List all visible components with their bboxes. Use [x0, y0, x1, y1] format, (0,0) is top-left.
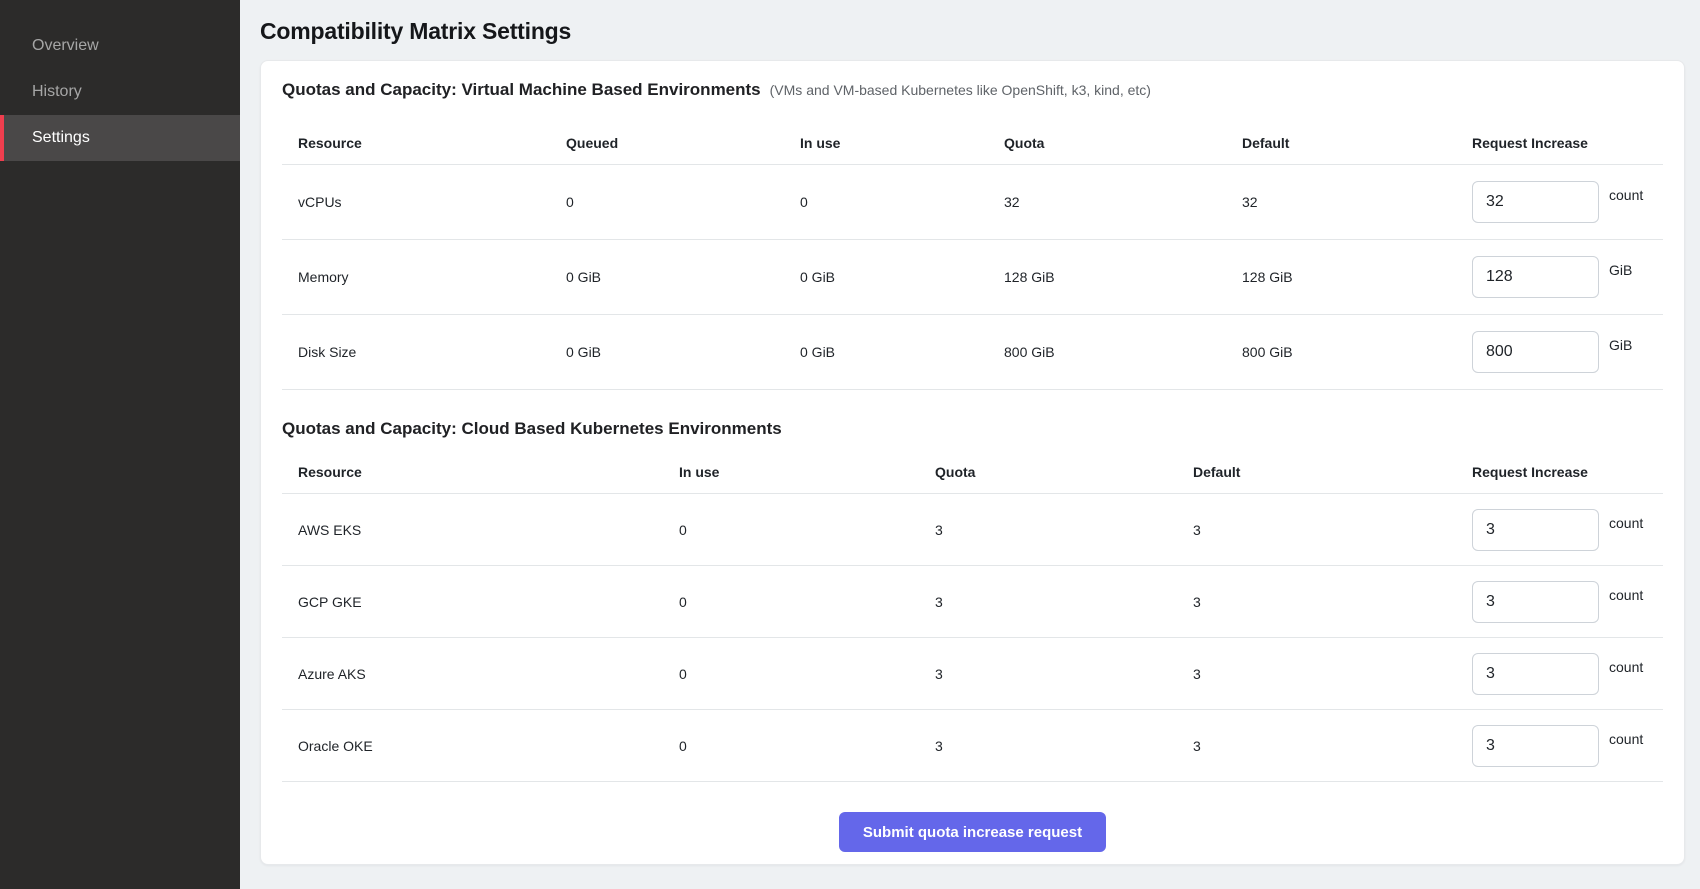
table-row-aws-eks: AWS EKS 0 3 3 count [282, 494, 1663, 566]
unit-label: GiB [1609, 262, 1632, 278]
column-header-in-use: In use [679, 464, 935, 480]
quota-value: 3 [935, 522, 1193, 538]
vm-section-subtitle: (VMs and VM-based Kubernetes like OpenSh… [770, 77, 1151, 103]
column-header-resource: Resource [282, 135, 566, 151]
in-use-value: 0 [679, 666, 935, 682]
default-value: 128 GiB [1242, 269, 1472, 285]
request-increase-cell: GiB [1472, 331, 1663, 373]
vm-section-title: Quotas and Capacity: Virtual Machine Bas… [282, 77, 761, 103]
resource-name: vCPUs [282, 194, 566, 210]
request-increase-cell: count [1472, 581, 1663, 623]
submit-row: Submit quota increase request [282, 782, 1663, 852]
default-value: 3 [1193, 594, 1472, 610]
memory-request-input[interactable] [1472, 256, 1599, 298]
sidebar-item-label: Settings [32, 129, 90, 147]
table-row-vcpus: vCPUs 0 0 32 32 count [282, 165, 1663, 240]
default-value: 32 [1242, 194, 1472, 210]
disk-size-request-input[interactable] [1472, 331, 1599, 373]
in-use-value: 0 GiB [800, 344, 1004, 360]
table-row-memory: Memory 0 GiB 0 GiB 128 GiB 128 GiB GiB [282, 240, 1663, 315]
queued-value: 0 GiB [566, 269, 800, 285]
default-value: 3 [1193, 666, 1472, 682]
quota-value: 800 GiB [1004, 344, 1242, 360]
request-increase-cell: count [1472, 181, 1663, 223]
cloud-table-header: Resource In use Quota Default Request In… [282, 442, 1663, 494]
column-header-default: Default [1193, 464, 1472, 480]
default-value: 800 GiB [1242, 344, 1472, 360]
quota-value: 3 [935, 666, 1193, 682]
azure-aks-request-input[interactable] [1472, 653, 1599, 695]
page-title: Compatibility Matrix Settings [260, 18, 1685, 45]
sidebar-item-settings[interactable]: Settings [0, 115, 240, 161]
resource-name: AWS EKS [282, 522, 679, 538]
table-row-gcp-gke: GCP GKE 0 3 3 count [282, 566, 1663, 638]
column-header-in-use: In use [800, 135, 1004, 151]
sidebar-item-history[interactable]: History [0, 69, 240, 115]
vm-table-header: Resource Queued In use Quota Default Req… [282, 103, 1663, 165]
default-value: 3 [1193, 522, 1472, 538]
request-increase-cell: count [1472, 509, 1663, 551]
unit-label: count [1609, 659, 1643, 675]
in-use-value: 0 [679, 738, 935, 754]
cloud-section-title: Quotas and Capacity: Cloud Based Kuberne… [282, 416, 782, 442]
quota-value: 3 [935, 594, 1193, 610]
sidebar-item-label: Overview [32, 37, 99, 55]
request-increase-cell: count [1472, 725, 1663, 767]
column-header-quota: Quota [1004, 135, 1242, 151]
column-header-resource: Resource [282, 464, 679, 480]
resource-name: GCP GKE [282, 594, 679, 610]
oracle-oke-request-input[interactable] [1472, 725, 1599, 767]
quota-value: 32 [1004, 194, 1242, 210]
column-header-request-increase: Request Increase [1472, 135, 1663, 151]
main-content: Compatibility Matrix Settings Quotas and… [240, 0, 1700, 865]
quota-value: 128 GiB [1004, 269, 1242, 285]
in-use-value: 0 [679, 522, 935, 538]
settings-card: Quotas and Capacity: Virtual Machine Bas… [260, 60, 1685, 865]
table-row-azure-aks: Azure AKS 0 3 3 count [282, 638, 1663, 710]
gcp-gke-request-input[interactable] [1472, 581, 1599, 623]
resource-name: Azure AKS [282, 666, 679, 682]
unit-label: count [1609, 515, 1643, 531]
queued-value: 0 [566, 194, 800, 210]
quota-value: 3 [935, 738, 1193, 754]
unit-label: count [1609, 587, 1643, 603]
column-header-request-increase: Request Increase [1472, 464, 1663, 480]
sidebar-item-overview[interactable]: Overview [0, 23, 240, 69]
table-row-disk-size: Disk Size 0 GiB 0 GiB 800 GiB 800 GiB Gi… [282, 315, 1663, 390]
resource-name: Oracle OKE [282, 738, 679, 754]
request-increase-cell: count [1472, 653, 1663, 695]
column-header-queued: Queued [566, 135, 800, 151]
request-increase-cell: GiB [1472, 256, 1663, 298]
resource-name: Disk Size [282, 344, 566, 360]
default-value: 3 [1193, 738, 1472, 754]
sidebar-item-label: History [32, 83, 82, 101]
submit-quota-increase-button[interactable]: Submit quota increase request [839, 812, 1106, 852]
resource-name: Memory [282, 269, 566, 285]
unit-label: GiB [1609, 337, 1632, 353]
sidebar: Overview History Settings [0, 0, 240, 889]
unit-label: count [1609, 731, 1643, 747]
in-use-value: 0 GiB [800, 269, 1004, 285]
in-use-value: 0 [679, 594, 935, 610]
in-use-value: 0 [800, 194, 1004, 210]
cloud-section-header: Quotas and Capacity: Cloud Based Kuberne… [282, 390, 1663, 442]
column-header-quota: Quota [935, 464, 1193, 480]
vcpus-request-input[interactable] [1472, 181, 1599, 223]
column-header-default: Default [1242, 135, 1472, 151]
unit-label: count [1609, 187, 1643, 203]
aws-eks-request-input[interactable] [1472, 509, 1599, 551]
table-row-oracle-oke: Oracle OKE 0 3 3 count [282, 710, 1663, 782]
vm-section-header: Quotas and Capacity: Virtual Machine Bas… [282, 77, 1663, 103]
queued-value: 0 GiB [566, 344, 800, 360]
